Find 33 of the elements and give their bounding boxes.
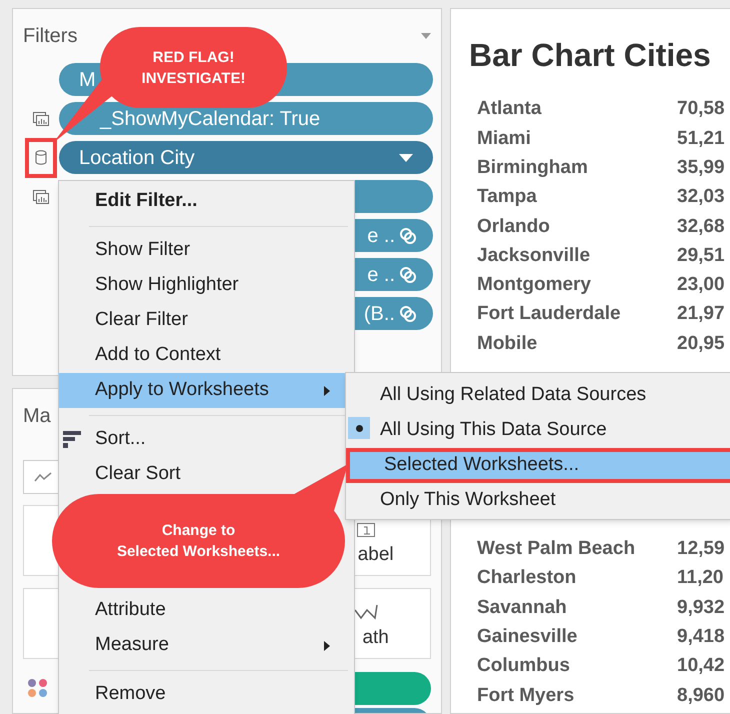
city-name: Savannah: [477, 596, 568, 620]
sales-value: 10,42: [677, 654, 725, 678]
sales-value: 35,99: [677, 156, 725, 180]
sales-value: 8,960: [677, 684, 725, 708]
sales-value: 32,03: [677, 185, 725, 210]
sales-value: 21,97: [677, 302, 725, 326]
city-name: Mobile: [477, 332, 538, 356]
sales-value: 9,932: [677, 596, 725, 620]
sales-value: 70,58: [677, 97, 725, 122]
sales-value: 20,95: [677, 332, 725, 356]
city-name: Tampa: [477, 185, 538, 210]
city-name: Charleston: [477, 566, 578, 590]
panel-title: Filters: [23, 24, 78, 49]
panel-title: Ma: [23, 404, 51, 429]
sales-value: 11,20: [677, 566, 724, 590]
city-name: Columbus: [477, 654, 571, 678]
city-name: Gainesville: [477, 624, 578, 649]
city-name: Fort Lauderdale: [477, 302, 622, 326]
city-name: Montgomery: [477, 273, 592, 298]
sales-value: 29,51: [677, 244, 725, 268]
sheet-title: Bar Chart Cities: [469, 36, 712, 75]
city-name: Fort Myers: [477, 684, 576, 708]
sales-value: 23,00: [677, 273, 725, 298]
sales-value: 12,59: [677, 537, 725, 562]
city-name: Miami: [477, 126, 532, 151]
sales-value: 51,21: [677, 126, 725, 151]
city-name: Birmingham: [477, 156, 589, 180]
city-name: Jacksonville: [477, 244, 592, 268]
city-name: Atlanta: [477, 97, 542, 122]
sales-value: 32,68: [677, 214, 725, 239]
city-name: Orlando: [477, 214, 551, 239]
city-name: West Palm Beach: [477, 537, 636, 562]
sales-value: 9,418: [677, 624, 725, 649]
